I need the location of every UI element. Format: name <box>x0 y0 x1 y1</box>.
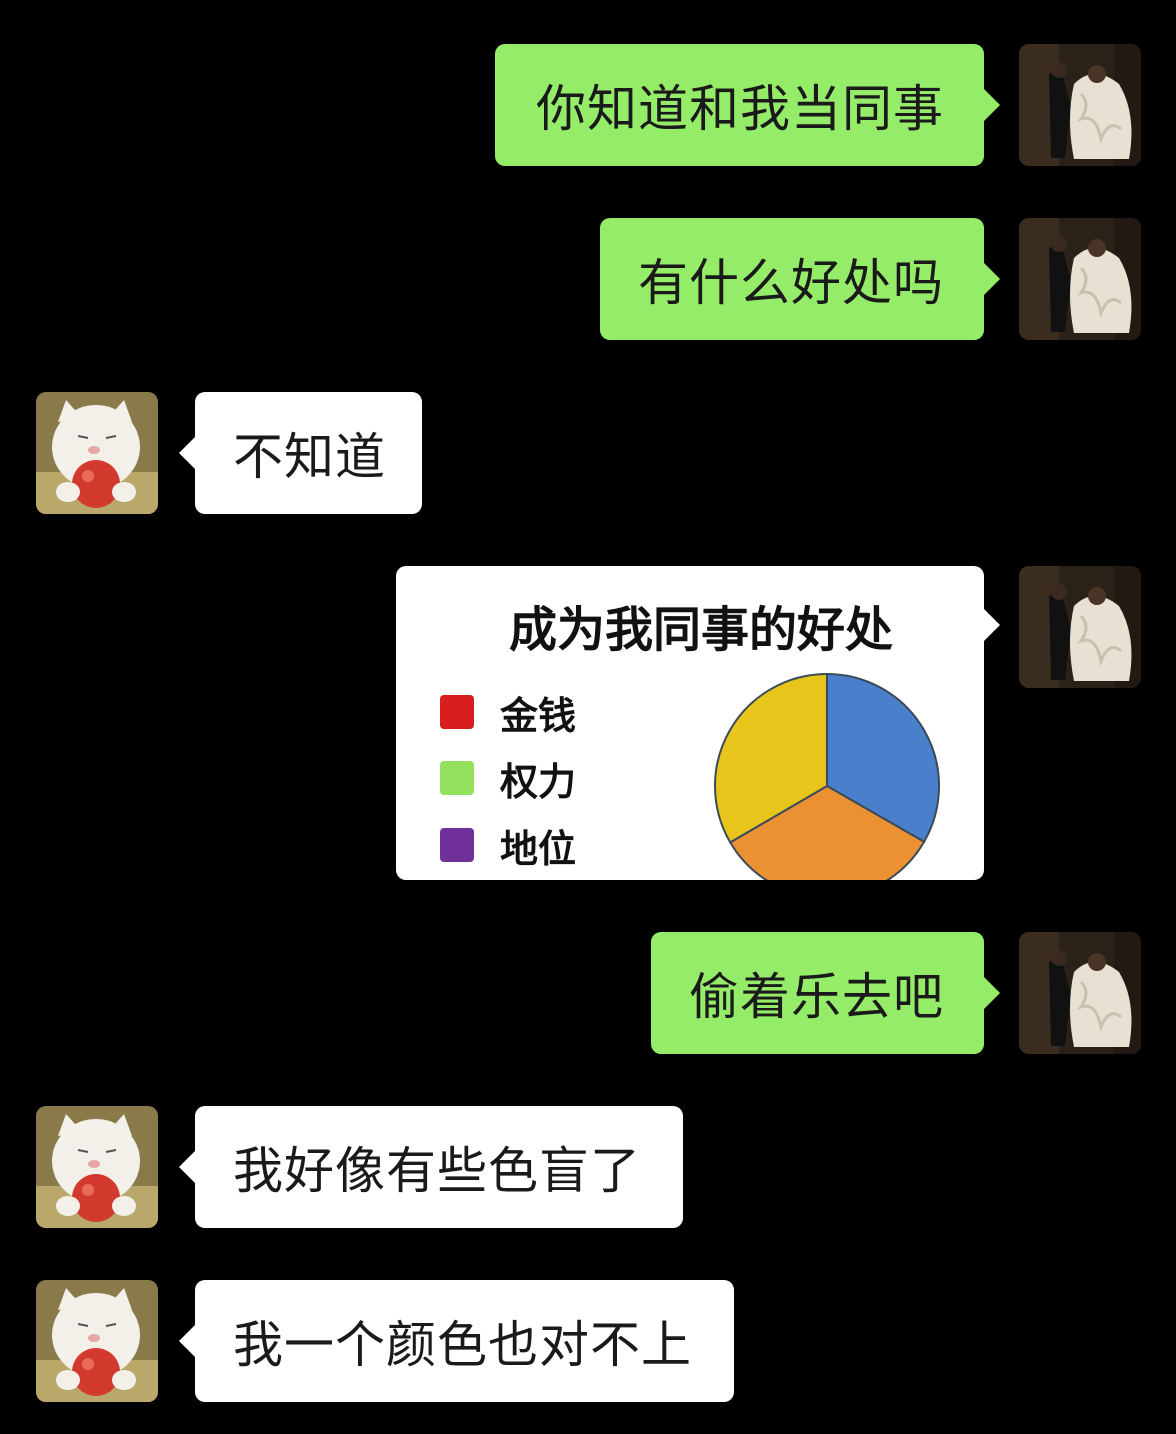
message-bubble-mine[interactable]: 有什么好处吗 <box>600 218 984 340</box>
message-text: 你知道和我当同事 <box>536 80 944 138</box>
message-bubble-mine[interactable]: 你知道和我当同事 <box>495 44 984 166</box>
photo-avatar-icon <box>1019 932 1141 1054</box>
photo-avatar-icon <box>1019 218 1141 340</box>
my-avatar[interactable] <box>1019 932 1141 1054</box>
contact-avatar[interactable] <box>36 1280 158 1402</box>
message-text: 有什么好处吗 <box>638 254 944 312</box>
contact-avatar[interactable] <box>36 1106 158 1228</box>
pie-chart <box>714 672 940 880</box>
message-bubble-theirs[interactable]: 不知道 <box>195 392 422 514</box>
bubble-tail <box>984 977 1000 1009</box>
bubble-tail <box>179 1325 195 1357</box>
cat-avatar-icon <box>36 1280 158 1402</box>
message-text: 偷着乐去吧 <box>689 968 944 1026</box>
my-avatar[interactable] <box>1019 218 1141 340</box>
cat-avatar-icon <box>36 392 158 514</box>
bubble-tail <box>179 437 195 469</box>
photo-avatar-icon <box>1019 566 1141 688</box>
bubble-tail <box>984 263 1000 295</box>
bubble-tail <box>984 609 1000 641</box>
message-text: 我一个颜色也对不上 <box>233 1316 692 1374</box>
message-bubble-theirs[interactable]: 我一个颜色也对不上 <box>195 1280 734 1402</box>
message-text: 不知道 <box>233 428 386 486</box>
message-bubble-mine[interactable]: 偷着乐去吧 <box>651 932 984 1054</box>
cat-avatar-icon <box>36 1106 158 1228</box>
my-avatar[interactable] <box>1019 44 1141 166</box>
bubble-tail <box>179 1151 195 1183</box>
chart-image-message[interactable]: 成为我同事的好处 金钱 权力 地位 <box>396 566 984 880</box>
message-bubble-theirs[interactable]: 我好像有些色盲了 <box>195 1106 683 1228</box>
bubble-tail <box>984 89 1000 121</box>
message-text: 我好像有些色盲了 <box>233 1142 641 1200</box>
photo-avatar-icon <box>1019 44 1141 166</box>
my-avatar[interactable] <box>1019 566 1141 688</box>
contact-avatar[interactable] <box>36 392 158 514</box>
